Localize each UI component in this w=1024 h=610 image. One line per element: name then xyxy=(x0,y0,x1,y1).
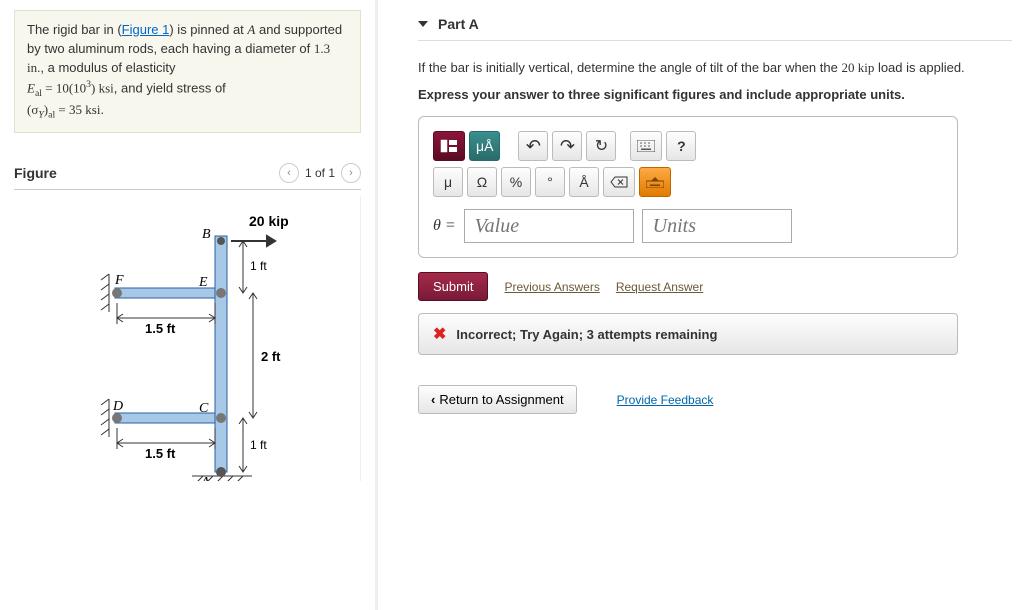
return-button[interactable]: ‹ Return to Assignment xyxy=(418,385,577,414)
problem-statement: The rigid bar in (Figure 1) is pinned at… xyxy=(14,10,361,133)
footer-row: ‹ Return to Assignment Provide Feedback xyxy=(418,385,1012,414)
problem-period: . xyxy=(100,102,104,117)
provide-feedback-link[interactable]: Provide Feedback xyxy=(617,393,714,407)
figure-header: Figure ‹ 1 of 1 › xyxy=(14,163,361,190)
help-button[interactable]: ? xyxy=(666,131,696,161)
figure-nav: ‹ 1 of 1 › xyxy=(279,163,361,183)
sigma-val: = 35 ksi xyxy=(55,102,100,117)
fig-label-1ft-top: 1 ft xyxy=(250,259,267,273)
problem-text-2: ) is pinned at xyxy=(169,22,247,37)
E-eq: = 10(10 xyxy=(42,80,86,95)
keyboard-shortcuts-icon xyxy=(646,176,664,188)
fig-label-D: D xyxy=(112,399,123,414)
keyboard-shortcuts-button[interactable] xyxy=(639,167,671,197)
units-input[interactable] xyxy=(642,209,792,243)
instructions: Express your answer to three significant… xyxy=(418,87,1012,102)
keyboard-button[interactable] xyxy=(630,131,662,161)
collapse-icon xyxy=(418,21,428,27)
angstrom-button[interactable]: Å xyxy=(569,167,599,197)
toolbar: μÅ ↶ ↷ ↻ ? μ Ω % ° Å xyxy=(433,131,943,197)
action-row: Submit Previous Answers Request Answer xyxy=(418,272,1012,301)
fig-label-1.5ft-bot: 1.5 ft xyxy=(145,446,176,461)
figure-link[interactable]: Figure 1 xyxy=(122,22,170,37)
feedback-text: Incorrect; Try Again; 3 attempts remaini… xyxy=(456,327,717,342)
templates-icon xyxy=(440,139,458,153)
E-unit: ) ksi xyxy=(91,80,114,95)
part-header[interactable]: Part A xyxy=(418,10,1012,41)
submit-button[interactable]: Submit xyxy=(418,272,488,301)
figure-prev-button[interactable]: ‹ xyxy=(279,163,299,183)
request-answer-link[interactable]: Request Answer xyxy=(616,280,703,294)
keyboard-icon xyxy=(637,140,655,152)
fig-label-C: C xyxy=(199,401,209,416)
E-symbol: E xyxy=(27,80,35,95)
left-pane: The rigid bar in (Figure 1) is pinned at… xyxy=(0,0,378,610)
figure-diagram: 20 kip B 1 ft F E 1.5 ft 2 ft D C 1.5 ft… xyxy=(37,196,337,481)
figure-counter: 1 of 1 xyxy=(305,166,335,180)
backspace-icon xyxy=(610,176,628,188)
yield-pre: , and yield stress of xyxy=(114,80,226,95)
previous-answers-link[interactable]: Previous Answers xyxy=(504,280,599,294)
mu-button[interactable]: μ xyxy=(433,167,463,197)
units-symbols-button[interactable]: μÅ xyxy=(469,131,500,161)
figure-title: Figure xyxy=(14,165,57,181)
fig-label-F: F xyxy=(114,273,124,288)
backspace-button[interactable] xyxy=(603,167,635,197)
question-pre: If the bar is initially vertical, determ… xyxy=(418,60,841,75)
problem-text-1: The rigid bar in ( xyxy=(27,22,122,37)
percent-button[interactable]: % xyxy=(501,167,531,197)
undo-button[interactable]: ↶ xyxy=(518,131,548,161)
theta-label: θ = xyxy=(433,217,456,235)
figure-viewport[interactable]: 20 kip B 1 ft F E 1.5 ft 2 ft D C 1.5 ft… xyxy=(14,196,361,481)
answer-input-row: θ = xyxy=(433,209,943,243)
fig-label-A: A xyxy=(200,475,210,481)
fig-label-load: 20 kip xyxy=(249,213,289,229)
chevron-left-icon: ‹ xyxy=(431,392,435,407)
value-input[interactable] xyxy=(464,209,634,243)
figure-next-button[interactable]: › xyxy=(341,163,361,183)
sigma-open: (σ xyxy=(27,102,38,117)
return-label: Return to Assignment xyxy=(439,392,563,407)
fig-label-1ft-bot: 1 ft xyxy=(250,438,267,452)
part-title: Part A xyxy=(438,16,479,32)
omega-button[interactable]: Ω xyxy=(467,167,497,197)
question-text: If the bar is initially vertical, determ… xyxy=(418,59,1012,77)
fig-label-1.5ft-top: 1.5 ft xyxy=(145,321,176,336)
fig-label-2ft: 2 ft xyxy=(261,349,281,364)
templates-button[interactable] xyxy=(433,131,465,161)
feedback-banner: ✖ Incorrect; Try Again; 3 attempts remai… xyxy=(418,313,958,355)
answer-widget: μÅ ↶ ↷ ↻ ? μ Ω % ° Å xyxy=(418,116,958,258)
problem-text-4: , a modulus of elasticity xyxy=(40,60,175,75)
reset-button[interactable]: ↻ xyxy=(586,131,616,161)
question-load: 20 kip xyxy=(841,60,874,75)
right-pane: Part A If the bar is initially vertical,… xyxy=(378,0,1024,610)
degree-button[interactable]: ° xyxy=(535,167,565,197)
fig-label-E: E xyxy=(198,275,208,290)
incorrect-icon: ✖ xyxy=(433,324,446,344)
question-post: load is applied. xyxy=(874,60,964,75)
fig-label-B: B xyxy=(202,227,211,242)
redo-button[interactable]: ↷ xyxy=(552,131,582,161)
E-sub: al xyxy=(35,87,42,98)
